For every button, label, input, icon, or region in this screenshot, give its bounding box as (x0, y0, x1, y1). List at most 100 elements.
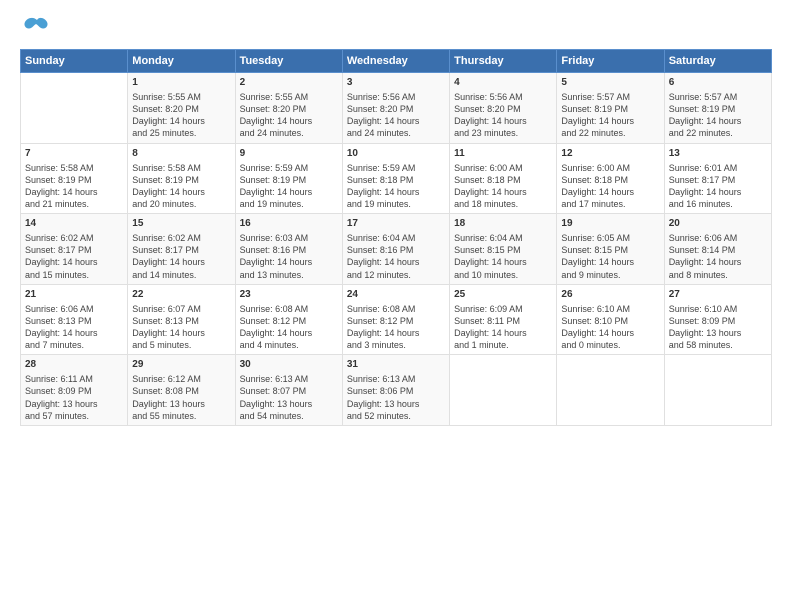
calendar-cell: 5Sunrise: 5:57 AM Sunset: 8:19 PM Daylig… (557, 73, 664, 144)
calendar-cell: 30Sunrise: 6:13 AM Sunset: 8:07 PM Dayli… (235, 355, 342, 426)
col-header-saturday: Saturday (664, 50, 771, 73)
calendar-cell: 23Sunrise: 6:08 AM Sunset: 8:12 PM Dayli… (235, 284, 342, 355)
week-row-4: 21Sunrise: 6:06 AM Sunset: 8:13 PM Dayli… (21, 284, 772, 355)
calendar-cell (21, 73, 128, 144)
day-content: Sunrise: 6:06 AM Sunset: 8:14 PM Dayligh… (669, 232, 767, 281)
logo (20, 16, 51, 43)
calendar-cell: 17Sunrise: 6:04 AM Sunset: 8:16 PM Dayli… (342, 214, 449, 285)
calendar-cell: 18Sunrise: 6:04 AM Sunset: 8:15 PM Dayli… (450, 214, 557, 285)
day-content: Sunrise: 6:05 AM Sunset: 8:15 PM Dayligh… (561, 232, 659, 281)
day-number: 10 (347, 147, 445, 161)
day-content: Sunrise: 6:07 AM Sunset: 8:13 PM Dayligh… (132, 303, 230, 352)
day-number: 18 (454, 217, 552, 231)
calendar-cell: 28Sunrise: 6:11 AM Sunset: 8:09 PM Dayli… (21, 355, 128, 426)
day-content: Sunrise: 5:58 AM Sunset: 8:19 PM Dayligh… (25, 162, 123, 211)
day-number: 15 (132, 217, 230, 231)
calendar-cell: 21Sunrise: 6:06 AM Sunset: 8:13 PM Dayli… (21, 284, 128, 355)
header (20, 16, 772, 43)
day-number: 6 (669, 76, 767, 90)
calendar-cell: 6Sunrise: 5:57 AM Sunset: 8:19 PM Daylig… (664, 73, 771, 144)
calendar-cell: 11Sunrise: 6:00 AM Sunset: 8:18 PM Dayli… (450, 143, 557, 214)
calendar-cell: 31Sunrise: 6:13 AM Sunset: 8:06 PM Dayli… (342, 355, 449, 426)
day-content: Sunrise: 6:12 AM Sunset: 8:08 PM Dayligh… (132, 373, 230, 422)
day-number: 8 (132, 147, 230, 161)
logo-bird-icon (23, 16, 51, 43)
calendar-cell (664, 355, 771, 426)
day-number: 12 (561, 147, 659, 161)
calendar-cell: 15Sunrise: 6:02 AM Sunset: 8:17 PM Dayli… (128, 214, 235, 285)
day-content: Sunrise: 5:55 AM Sunset: 8:20 PM Dayligh… (240, 91, 338, 140)
day-content: Sunrise: 6:06 AM Sunset: 8:13 PM Dayligh… (25, 303, 123, 352)
day-number: 1 (132, 76, 230, 90)
calendar-cell: 19Sunrise: 6:05 AM Sunset: 8:15 PM Dayli… (557, 214, 664, 285)
day-number: 5 (561, 76, 659, 90)
day-content: Sunrise: 6:10 AM Sunset: 8:10 PM Dayligh… (561, 303, 659, 352)
day-number: 2 (240, 76, 338, 90)
day-number: 11 (454, 147, 552, 161)
day-content: Sunrise: 5:56 AM Sunset: 8:20 PM Dayligh… (454, 91, 552, 140)
day-number: 7 (25, 147, 123, 161)
day-content: Sunrise: 5:55 AM Sunset: 8:20 PM Dayligh… (132, 91, 230, 140)
day-content: Sunrise: 5:58 AM Sunset: 8:19 PM Dayligh… (132, 162, 230, 211)
day-content: Sunrise: 6:00 AM Sunset: 8:18 PM Dayligh… (561, 162, 659, 211)
week-row-5: 28Sunrise: 6:11 AM Sunset: 8:09 PM Dayli… (21, 355, 772, 426)
day-number: 24 (347, 288, 445, 302)
calendar-cell: 12Sunrise: 6:00 AM Sunset: 8:18 PM Dayli… (557, 143, 664, 214)
day-number: 31 (347, 358, 445, 372)
calendar-cell: 9Sunrise: 5:59 AM Sunset: 8:19 PM Daylig… (235, 143, 342, 214)
day-content: Sunrise: 6:13 AM Sunset: 8:06 PM Dayligh… (347, 373, 445, 422)
day-number: 28 (25, 358, 123, 372)
calendar-cell: 7Sunrise: 5:58 AM Sunset: 8:19 PM Daylig… (21, 143, 128, 214)
day-content: Sunrise: 6:09 AM Sunset: 8:11 PM Dayligh… (454, 303, 552, 352)
day-number: 9 (240, 147, 338, 161)
day-content: Sunrise: 5:57 AM Sunset: 8:19 PM Dayligh… (561, 91, 659, 140)
calendar-cell: 27Sunrise: 6:10 AM Sunset: 8:09 PM Dayli… (664, 284, 771, 355)
day-content: Sunrise: 6:00 AM Sunset: 8:18 PM Dayligh… (454, 162, 552, 211)
day-number: 16 (240, 217, 338, 231)
week-row-1: 1Sunrise: 5:55 AM Sunset: 8:20 PM Daylig… (21, 73, 772, 144)
col-header-friday: Friday (557, 50, 664, 73)
calendar-table: SundayMondayTuesdayWednesdayThursdayFrid… (20, 49, 772, 426)
day-number: 26 (561, 288, 659, 302)
calendar-cell: 14Sunrise: 6:02 AM Sunset: 8:17 PM Dayli… (21, 214, 128, 285)
day-content: Sunrise: 5:56 AM Sunset: 8:20 PM Dayligh… (347, 91, 445, 140)
week-row-3: 14 Sunrise: 6:02 AM Sunset: 8:17 PM Dayli… (21, 214, 772, 285)
col-header-wednesday: Wednesday (342, 50, 449, 73)
header-row: SundayMondayTuesdayWednesdayThursdayFrid… (21, 50, 772, 73)
calendar-cell: 25Sunrise: 6:09 AM Sunset: 8:11 PM Dayli… (450, 284, 557, 355)
calendar-cell: 13Sunrise: 6:01 AM Sunset: 8:17 PM Dayli… (664, 143, 771, 214)
day-content: Sunrise: 6:10 AM Sunset: 8:09 PM Dayligh… (669, 303, 767, 352)
calendar-cell (557, 355, 664, 426)
day-content: Sunrise: 6:01 AM Sunset: 8:17 PM Dayligh… (669, 162, 767, 211)
calendar-cell (450, 355, 557, 426)
day-number: 13 (669, 147, 767, 161)
calendar-cell: 10Sunrise: 5:59 AM Sunset: 8:18 PM Dayli… (342, 143, 449, 214)
day-number: 4 (454, 76, 552, 90)
day-number: 14 (25, 217, 123, 231)
day-number: 30 (240, 358, 338, 372)
calendar-cell: 3Sunrise: 5:56 AM Sunset: 8:20 PM Daylig… (342, 73, 449, 144)
day-content: Sunrise: 6:04 AM Sunset: 8:16 PM Dayligh… (347, 232, 445, 281)
col-header-monday: Monday (128, 50, 235, 73)
day-number: 20 (669, 217, 767, 231)
day-content: Sunrise: 6:03 AM Sunset: 8:16 PM Dayligh… (240, 232, 338, 281)
calendar-cell: 8Sunrise: 5:58 AM Sunset: 8:19 PM Daylig… (128, 143, 235, 214)
col-header-tuesday: Tuesday (235, 50, 342, 73)
day-number: 21 (25, 288, 123, 302)
calendar-cell: 16Sunrise: 6:03 AM Sunset: 8:16 PM Dayli… (235, 214, 342, 285)
day-content: Sunrise: 6:04 AM Sunset: 8:15 PM Dayligh… (454, 232, 552, 281)
col-header-sunday: Sunday (21, 50, 128, 73)
day-number: 29 (132, 358, 230, 372)
day-content: Sunrise: 6:11 AM Sunset: 8:09 PM Dayligh… (25, 373, 123, 422)
day-content: Sunrise: 5:59 AM Sunset: 8:19 PM Dayligh… (240, 162, 338, 211)
day-number: 23 (240, 288, 338, 302)
day-number: 27 (669, 288, 767, 302)
day-content: Sunrise: 6:08 AM Sunset: 8:12 PM Dayligh… (347, 303, 445, 352)
day-content: Sunrise: 6:13 AM Sunset: 8:07 PM Dayligh… (240, 373, 338, 422)
calendar-cell: 1Sunrise: 5:55 AM Sunset: 8:20 PM Daylig… (128, 73, 235, 144)
day-content: Sunrise: 5:59 AM Sunset: 8:18 PM Dayligh… (347, 162, 445, 211)
week-row-2: 7Sunrise: 5:58 AM Sunset: 8:19 PM Daylig… (21, 143, 772, 214)
day-content: Sunrise: 6:02 AM Sunset: 8:17 PM Dayligh… (132, 232, 230, 281)
col-header-thursday: Thursday (450, 50, 557, 73)
day-number: 25 (454, 288, 552, 302)
